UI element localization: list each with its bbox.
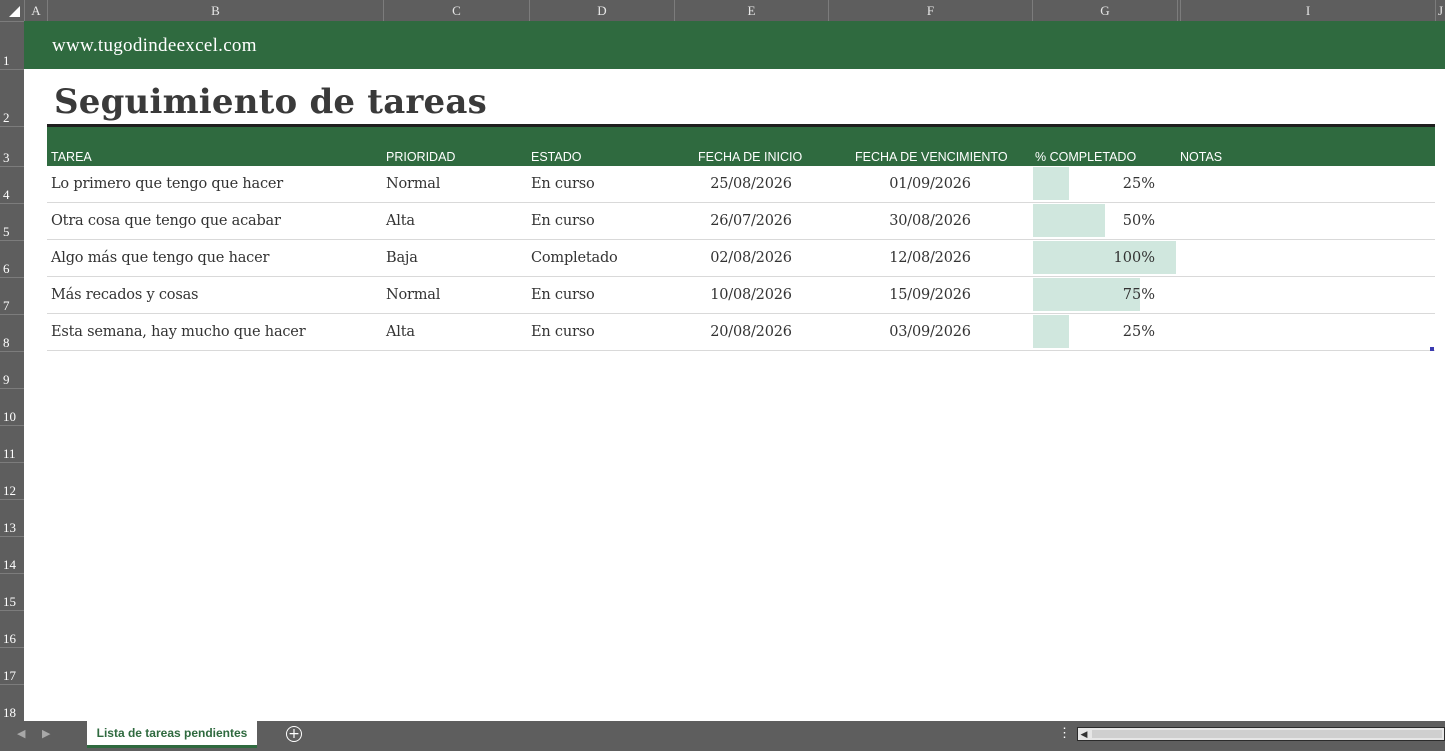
progress-bar <box>1033 167 1069 200</box>
banner-url[interactable]: www.tugodindeexcel.com <box>52 35 257 57</box>
task-cell[interactable]: Algo más que tengo que hacer <box>51 250 269 266</box>
scrollbar-thumb[interactable] <box>1092 730 1442 738</box>
table-resize-handle[interactable] <box>1430 347 1434 351</box>
row-header[interactable]: 16 <box>0 610 24 647</box>
header-notes[interactable]: NOTAS <box>1180 150 1222 164</box>
row-header[interactable]: 2 <box>0 69 24 126</box>
row-header[interactable]: 15 <box>0 573 24 610</box>
row-header[interactable]: 9 <box>0 351 24 388</box>
task-cell[interactable]: Más recados y cosas <box>51 287 198 303</box>
plus-circle-icon[interactable]: + <box>286 726 302 742</box>
percent-cell[interactable]: 25% <box>1123 176 1155 192</box>
row-header[interactable]: 7 <box>0 277 24 314</box>
scroll-tabs-left-icon[interactable]: ◀ <box>17 727 25 740</box>
row-header[interactable]: 13 <box>0 499 24 536</box>
row-header[interactable]: 6 <box>0 240 24 277</box>
percent-cell[interactable]: 50% <box>1123 213 1155 229</box>
table-row[interactable]: Esta semana, hay mucho que hacer Alta En… <box>47 314 1435 351</box>
row-header[interactable]: 12 <box>0 462 24 499</box>
row-header-bar: 1 2 3 4 5 6 7 8 9 10 11 12 13 14 15 16 1… <box>0 21 24 721</box>
header-start-date[interactable]: FECHA DE INICIO <box>698 150 802 164</box>
row-header[interactable]: 17 <box>0 647 24 684</box>
due-date-cell[interactable]: 12/08/2026 <box>828 250 1032 266</box>
column-header-j[interactable]: J <box>1435 0 1445 21</box>
column-header-f[interactable]: F <box>828 0 1032 21</box>
column-header-bar: A B C D E F G I J <box>0 0 1445 22</box>
status-cell[interactable]: En curso <box>531 287 595 303</box>
start-date-cell[interactable]: 02/08/2026 <box>674 250 828 266</box>
column-header-d[interactable]: D <box>529 0 674 21</box>
task-cell[interactable]: Otra cosa que tengo que acabar <box>51 213 281 229</box>
priority-cell[interactable]: Alta <box>386 213 415 229</box>
sheet-tab-lista[interactable]: Lista de tareas pendientes <box>87 721 257 748</box>
row-header[interactable]: 3 <box>0 126 24 166</box>
row-header[interactable]: 5 <box>0 203 24 240</box>
start-date-cell[interactable]: 25/08/2026 <box>674 176 828 192</box>
row-header[interactable]: 18 <box>0 684 24 721</box>
status-cell[interactable]: En curso <box>531 176 595 192</box>
page-title[interactable]: Seguimiento de tareas <box>54 82 487 122</box>
task-cell[interactable]: Lo primero que tengo que hacer <box>51 176 283 192</box>
table-row[interactable]: Otra cosa que tengo que acabar Alta En c… <box>47 203 1435 240</box>
due-date-cell[interactable]: 15/09/2026 <box>828 287 1032 303</box>
progress-bar <box>1033 204 1105 237</box>
progress-bar <box>1033 315 1069 348</box>
row-header[interactable]: 14 <box>0 536 24 573</box>
column-header-e[interactable]: E <box>674 0 828 21</box>
status-cell[interactable]: En curso <box>531 213 595 229</box>
column-header-b[interactable]: B <box>47 0 383 21</box>
percent-cell[interactable]: 25% <box>1123 324 1155 340</box>
column-header-g[interactable]: G <box>1032 0 1177 21</box>
header-due-date[interactable]: FECHA DE VENCIMIENTO <box>855 150 1008 164</box>
percent-cell[interactable]: 75% <box>1123 287 1155 303</box>
select-all-corner[interactable] <box>0 0 24 21</box>
row-header[interactable]: 10 <box>0 388 24 425</box>
priority-cell[interactable]: Alta <box>386 324 415 340</box>
priority-cell[interactable]: Normal <box>386 176 440 192</box>
column-header-a[interactable]: A <box>24 0 47 21</box>
due-date-cell[interactable]: 01/09/2026 <box>828 176 1032 192</box>
percent-cell[interactable]: 100% <box>1114 250 1155 266</box>
table-header-row: TAREA PRIORIDAD ESTADO FECHA DE INICIO F… <box>47 127 1435 166</box>
row-header[interactable]: 4 <box>0 166 24 203</box>
chevron-left-icon[interactable]: ◀ <box>1079 729 1089 739</box>
horizontal-scrollbar[interactable]: ◀ <box>1077 727 1445 741</box>
start-date-cell[interactable]: 10/08/2026 <box>674 287 828 303</box>
table-row[interactable]: Lo primero que tengo que hacer Normal En… <box>47 166 1435 203</box>
select-all-icon <box>9 6 20 17</box>
priority-cell[interactable]: Baja <box>386 250 418 266</box>
table-row[interactable]: Algo más que tengo que hacer Baja Comple… <box>47 240 1435 277</box>
column-header-c[interactable]: C <box>383 0 529 21</box>
start-date-cell[interactable]: 26/07/2026 <box>674 213 828 229</box>
column-header-i[interactable]: I <box>1180 0 1435 21</box>
table-row[interactable]: Más recados y cosas Normal En curso 10/0… <box>47 277 1435 314</box>
row-header[interactable]: 8 <box>0 314 24 351</box>
row-header[interactable]: 11 <box>0 425 24 462</box>
header-priority[interactable]: PRIORIDAD <box>386 150 455 164</box>
website-banner[interactable]: www.tugodindeexcel.com <box>24 21 1445 69</box>
due-date-cell[interactable]: 30/08/2026 <box>828 213 1032 229</box>
scroll-tabs-right-icon[interactable]: ▶ <box>42 727 50 740</box>
more-options-icon[interactable]: ⋮ <box>1058 725 1071 741</box>
header-task[interactable]: TAREA <box>51 150 92 164</box>
header-percent-complete[interactable]: % COMPLETADO <box>1035 150 1136 164</box>
due-date-cell[interactable]: 03/09/2026 <box>828 324 1032 340</box>
status-cell[interactable]: Completado <box>531 250 618 266</box>
sheet-tab-bar: ◀ ▶ Lista de tareas pendientes + ⋮ ◀ <box>0 721 1445 751</box>
status-cell[interactable]: En curso <box>531 324 595 340</box>
task-cell[interactable]: Esta semana, hay mucho que hacer <box>51 324 306 340</box>
priority-cell[interactable]: Normal <box>386 287 440 303</box>
row-header[interactable]: 1 <box>0 21 24 69</box>
header-status[interactable]: ESTADO <box>531 150 581 164</box>
start-date-cell[interactable]: 20/08/2026 <box>674 324 828 340</box>
